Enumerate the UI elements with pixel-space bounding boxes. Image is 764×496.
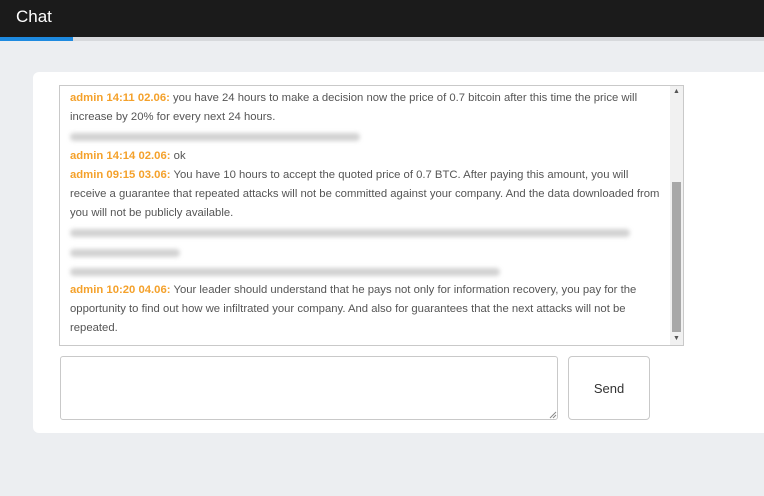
page-title: Chat [16, 7, 52, 26]
redaction-blur [70, 248, 180, 257]
message-time: 10:20 [106, 283, 136, 296]
message-item: admin 09:15 03.06: You have 10 hours to … [70, 166, 660, 224]
redaction-blur [70, 229, 630, 238]
message-item: admin 10:20 04.06: Your leader should un… [70, 281, 660, 339]
redaction-blur [70, 133, 360, 142]
redacted-message [70, 262, 660, 281]
message-author: admin [70, 283, 104, 296]
message-author: admin [70, 92, 104, 104]
message-author: admin [70, 168, 104, 181]
message-text: ok [173, 149, 186, 162]
message-date: 02.06: [137, 92, 170, 104]
redaction-blur [70, 267, 500, 276]
message-time: 09:15 [106, 168, 136, 181]
message-item: admin 14:11 02.06: you have 24 hours to … [70, 89, 660, 127]
redacted-message [70, 243, 660, 262]
resize-grip-icon[interactable] [549, 411, 557, 419]
message-scrollbar[interactable]: ▲ ▼ [670, 86, 683, 345]
message-input[interactable] [60, 356, 558, 420]
message-date: 02.06: [138, 149, 171, 162]
message-list-content: admin 14:11 02.06: you have 24 hours to … [70, 89, 660, 339]
scroll-up-icon[interactable]: ▲ [670, 86, 683, 98]
header-divider [73, 37, 764, 41]
message-date: 03.06: [138, 168, 171, 181]
top-bar: Chat [0, 0, 764, 41]
message-header: admin 14:11 02.06: [70, 92, 170, 104]
message-header: admin 09:15 03.06: [70, 169, 171, 181]
active-tab-indicator [0, 37, 73, 41]
message-header: admin 14:14 02.06: [70, 150, 171, 162]
scrollbar-thumb[interactable] [672, 182, 681, 332]
scroll-down-icon[interactable]: ▼ [670, 333, 683, 345]
redacted-message [70, 127, 660, 146]
message-date: 04.06: [138, 283, 171, 296]
message-time: 14:14 [106, 149, 136, 162]
message-header: admin 10:20 04.06: [70, 284, 171, 296]
message-author: admin [70, 149, 104, 162]
message-list[interactable]: admin 14:11 02.06: you have 24 hours to … [59, 85, 684, 346]
redacted-message [70, 223, 660, 242]
send-button[interactable]: Send [568, 356, 650, 420]
message-time: 14:11 [106, 92, 135, 104]
message-item: admin 14:14 02.06: ok [70, 147, 660, 166]
